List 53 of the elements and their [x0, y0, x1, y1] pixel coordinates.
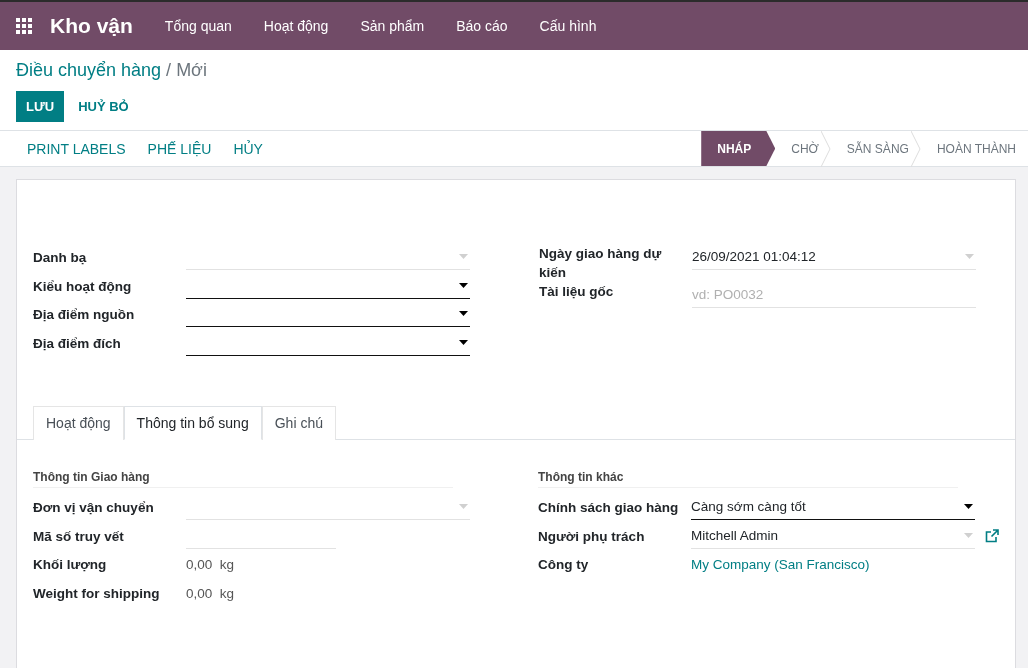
caret-icon: [459, 339, 468, 345]
caret-icon: [459, 254, 468, 259]
menu-item[interactable]: Cấu hình: [523, 18, 613, 34]
field-value: 0,00 kg: [186, 584, 235, 601]
breadcrumb-separator: /: [166, 60, 172, 81]
field-label: Người phụ trách: [538, 527, 646, 544]
save-button[interactable]: LƯU: [16, 91, 65, 122]
breadcrumb-link[interactable]: Điều chuyển hàng: [16, 60, 162, 81]
field-label: Địa điểm đích: [33, 334, 122, 351]
field-label: Chính sách giao hàng: [538, 499, 680, 515]
tab[interactable]: Hoạt động: [33, 406, 124, 440]
select-field[interactable]: Càng sớm càng tốt: [691, 494, 975, 520]
input-field[interactable]: vd: PO0032: [692, 282, 976, 308]
app-name[interactable]: Kho vận: [50, 14, 133, 38]
breadcrumb-current: Mới: [176, 60, 207, 81]
field-label: Kiểu hoạt động: [33, 277, 133, 294]
status-step[interactable]: HOÀN THÀNH: [920, 131, 1028, 166]
menu-item[interactable]: Tổng quan: [148, 18, 248, 34]
status-step[interactable]: SẴN SÀNG: [830, 131, 921, 166]
field-label: Danh bạ: [33, 249, 88, 265]
field-label: Weight for shipping: [33, 584, 161, 601]
tab[interactable]: Ghi chú: [261, 406, 336, 440]
field-label: Khối lượng: [33, 556, 108, 572]
company-link[interactable]: My Company (San Francisco): [691, 551, 870, 572]
caret-icon: [459, 282, 468, 288]
group-title: Thông tin khác: [538, 470, 958, 488]
menu-item[interactable]: Sản phẩm: [344, 18, 441, 34]
header-button[interactable]: PHẾ LIỆU: [136, 140, 223, 157]
caret-icon: [459, 504, 468, 509]
select-field[interactable]: Mitchell Admin: [691, 522, 975, 549]
field-label: Mã số truy vết: [33, 527, 125, 544]
field-label: Công ty: [538, 556, 590, 572]
menu-item[interactable]: Báo cáo: [440, 18, 524, 34]
field-label: Đơn vị vận chuyển: [33, 499, 155, 515]
status-step[interactable]: CHỜ: [775, 131, 831, 166]
header-button[interactable]: PRINT LABELS: [16, 140, 137, 157]
caret-icon: [965, 254, 974, 259]
status-step[interactable]: NHÁP: [701, 131, 776, 166]
date-field[interactable]: 26/09/2021 01:04:12: [692, 244, 976, 270]
caret-icon: [964, 504, 973, 509]
group-title: Thông tin Giao hàng: [33, 470, 453, 488]
field-label: Tài liệu gốc: [539, 283, 615, 301]
field-value: 0,00 kg: [186, 556, 235, 572]
caret-icon: [459, 311, 468, 316]
caret-icon: [964, 532, 973, 538]
menu-item[interactable]: Hoạt động: [247, 18, 345, 34]
tab[interactable]: Thông tin bổ sung: [123, 406, 262, 440]
discard-button[interactable]: HUỶ BỎ: [68, 91, 139, 122]
header-button[interactable]: HỦY: [222, 140, 274, 157]
field-label: Địa điểm nguồn: [33, 306, 136, 322]
external-link-icon[interactable]: [985, 528, 999, 543]
apps-grid-icon[interactable]: [16, 18, 32, 34]
field-label: Ngày giao hàng dự kiến: [539, 245, 663, 282]
